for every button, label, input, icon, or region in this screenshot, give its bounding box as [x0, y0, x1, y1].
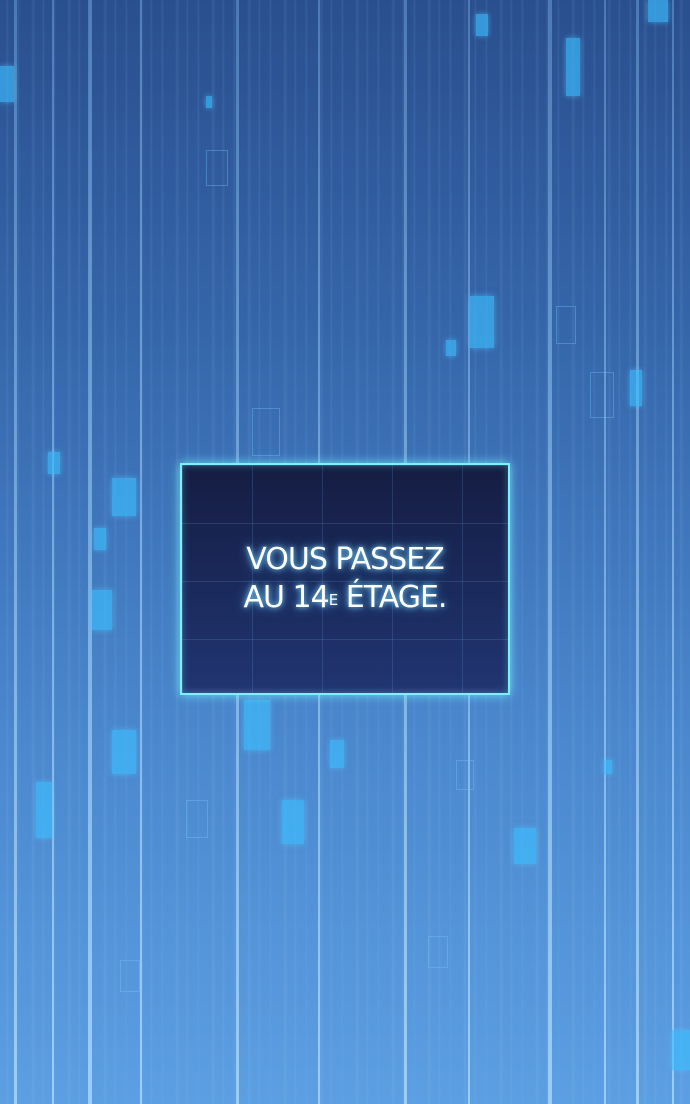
glow-particle: [112, 730, 136, 774]
light-streak: [52, 0, 54, 1104]
message-line-2-start: AU 14: [243, 580, 330, 615]
glow-particle: [92, 590, 112, 630]
glow-particle: [112, 478, 136, 516]
light-streak: [548, 0, 552, 1104]
system-message-panel: VOUS PASSEZ AU 14E ÉTAGE.: [180, 463, 510, 695]
light-streak: [604, 0, 606, 1104]
light-streak: [140, 0, 142, 1104]
glow-particle: [48, 452, 60, 474]
message-line-2-end: ÉTAGE.: [337, 580, 448, 615]
glow-particle: [36, 782, 52, 838]
glow-particle: [282, 800, 304, 844]
glow-particle: [244, 700, 270, 750]
glow-particle: [556, 306, 576, 344]
message-line-1: VOUS PASSEZ: [246, 542, 444, 577]
glow-particle: [0, 66, 14, 102]
light-streak: [88, 0, 92, 1104]
glow-particle: [456, 760, 474, 790]
message-line-2: AU 14E ÉTAGE.: [243, 579, 448, 617]
glow-particle: [94, 528, 106, 550]
glow-particle: [630, 370, 642, 406]
ordinal-superscript: E: [328, 591, 339, 609]
glow-particle: [672, 1030, 690, 1070]
glow-particle: [446, 340, 456, 356]
glow-particle: [514, 828, 536, 864]
glow-particle: [206, 150, 228, 186]
glow-particle: [476, 14, 488, 36]
light-streak: [636, 0, 639, 1104]
floor-transition-scene: VOUS PASSEZ AU 14E ÉTAGE.: [0, 0, 690, 1104]
glow-particle: [590, 372, 614, 418]
glow-particle: [648, 0, 668, 22]
glow-particle: [120, 960, 140, 992]
glow-particle: [186, 800, 208, 838]
light-streak: [672, 0, 674, 1104]
glow-particle: [604, 760, 612, 774]
light-streak: [14, 0, 17, 1104]
glow-particle: [206, 96, 212, 108]
glow-particle: [330, 740, 344, 768]
glow-particle: [428, 936, 448, 968]
glow-particle: [566, 38, 580, 96]
glow-particle: [470, 296, 494, 348]
glow-particle: [252, 408, 280, 456]
